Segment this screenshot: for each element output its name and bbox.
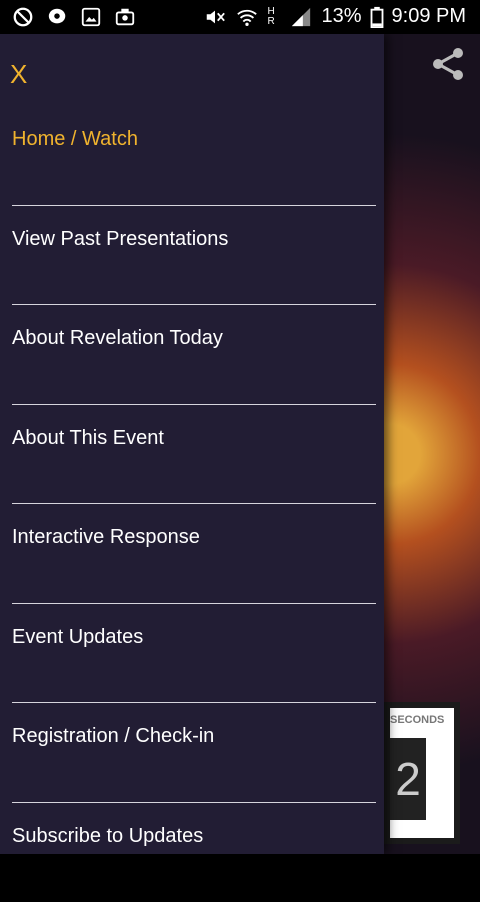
wifi-icon: [235, 6, 259, 28]
menu-item-label: View Past Presentations: [12, 228, 228, 251]
menu-item-about-this-event[interactable]: About This Event: [12, 405, 376, 505]
share-icon[interactable]: [428, 44, 468, 84]
drawer-menu: Home / Watch View Past Presentations Abo…: [12, 106, 376, 902]
battery-percent: 13%: [321, 5, 361, 28]
menu-item-label: Home / Watch: [12, 128, 138, 151]
menu-item-label: About This Event: [12, 427, 164, 450]
chat-icon: [46, 6, 68, 28]
menu-item-home-watch[interactable]: Home / Watch: [12, 106, 376, 206]
image-icon: [80, 6, 102, 28]
menu-item-registration-check-in[interactable]: Registration / Check-in: [12, 703, 376, 803]
countdown-timer: SECONDS 2: [384, 702, 460, 844]
signal-icon: [289, 6, 313, 28]
menu-item-label: Interactive Response: [12, 526, 200, 549]
close-button[interactable]: X: [10, 58, 40, 90]
battery-icon: [370, 6, 384, 28]
menu-item-label: Registration / Check-in: [12, 725, 214, 748]
menu-item-label: Event Updates: [12, 626, 143, 649]
menu-item-view-past-presentations[interactable]: View Past Presentations: [12, 206, 376, 306]
notification-icons: [12, 6, 136, 28]
menu-item-subscribe-to-updates[interactable]: Subscribe to Updates: [12, 803, 376, 902]
camera-icon: [114, 6, 136, 28]
menu-item-interactive-response[interactable]: Interactive Response: [12, 504, 376, 604]
clock: 9:09 PM: [392, 5, 466, 28]
network-type: H R: [267, 7, 281, 27]
menu-item-about-revelation-today[interactable]: About Revelation Today: [12, 305, 376, 405]
system-status: H R 13% 9:09 PM: [203, 5, 466, 28]
status-bar: H R 13% 9:09 PM: [0, 0, 480, 34]
block-icon: [12, 6, 34, 28]
menu-item-label: About Revelation Today: [12, 327, 223, 350]
menu-item-event-updates[interactable]: Event Updates: [12, 604, 376, 704]
navigation-drawer: X Home / Watch View Past Presentations A…: [0, 34, 384, 854]
menu-item-label: Subscribe to Updates: [12, 825, 203, 848]
timer-label: SECONDS: [390, 714, 450, 726]
mute-icon: [203, 6, 227, 28]
timer-digit: 2: [390, 738, 426, 820]
